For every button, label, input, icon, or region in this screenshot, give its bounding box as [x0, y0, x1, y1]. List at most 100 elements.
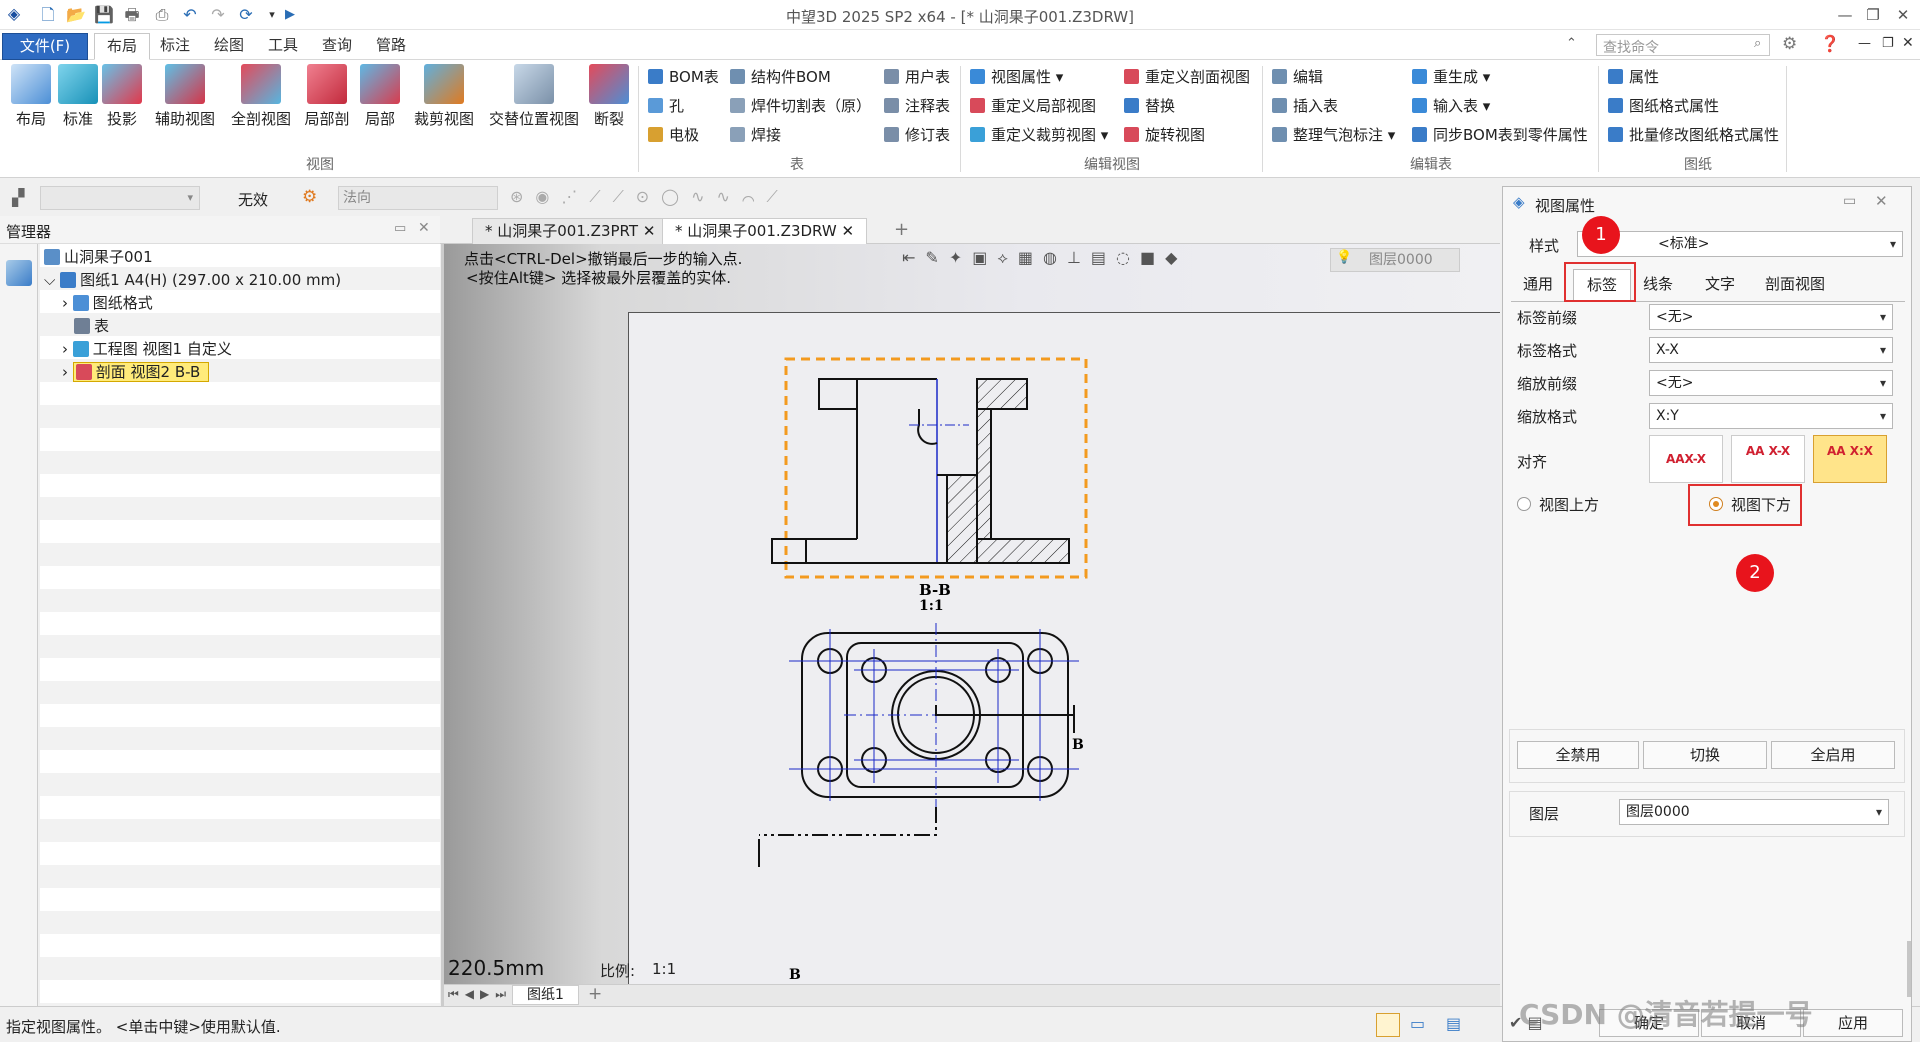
tab-annotate[interactable]: 标注 — [148, 33, 202, 60]
top-view[interactable] — [758, 623, 1079, 867]
filter-icon[interactable]: ▞ — [12, 188, 24, 207]
display-icon[interactable]: ▭ — [1410, 1014, 1425, 1033]
close-button[interactable]: ✕ — [1888, 3, 1918, 27]
cancel-button[interactable]: 取消 — [1701, 1009, 1801, 1037]
ok-button[interactable]: 确定 — [1599, 1009, 1699, 1037]
aux-view-button[interactable]: 辅助视图 — [150, 64, 220, 129]
help-icon[interactable]: ❓ — [1820, 34, 1840, 53]
doc-close-icon[interactable]: ✕ — [1902, 35, 1914, 51]
manager-panel-icon[interactable] — [6, 260, 32, 286]
pick-filter-icon[interactable]: ⚙ — [302, 187, 317, 207]
tree-item-view1[interactable]: › 工程图 视图1 自定义 — [62, 338, 232, 360]
layout-button[interactable]: 布局 — [6, 64, 56, 129]
new-tab-plus-icon[interactable]: + — [894, 219, 909, 240]
tab-text[interactable]: 文字 — [1699, 269, 1741, 301]
apply-button[interactable]: 应用 — [1803, 1009, 1903, 1037]
command-search-input[interactable]: 查找命令 — [1596, 34, 1770, 56]
label-format-dropdown[interactable]: X-X — [1649, 337, 1893, 363]
break-view-button[interactable]: 断裂 — [586, 64, 632, 129]
hole-table-button[interactable]: 孔 — [648, 94, 684, 118]
tab-drawing-file[interactable]: * 山洞果子001.Z3DRW ✕ — [662, 218, 868, 244]
panel-scrollbar[interactable] — [1907, 941, 1911, 997]
align-inline-button[interactable]: AAX-X — [1649, 435, 1723, 483]
tab-query[interactable]: 查询 — [310, 33, 364, 60]
minimize-button[interactable]: — — [1830, 3, 1860, 27]
tab-close-icon[interactable]: ✕ — [841, 222, 854, 240]
bom-table-button[interactable]: BOM表 — [648, 65, 719, 89]
toggle-button[interactable]: 切换 — [1643, 741, 1767, 769]
edit-table-button[interactable]: 编辑 — [1272, 65, 1323, 89]
user-table-button[interactable]: 用户表 — [884, 65, 950, 89]
tab-part-file[interactable]: * 山洞果子001.Z3PRT ✕ — [472, 218, 669, 244]
tree-item-sheet[interactable]: ⌵ 图纸1 A4(H) (297.00 x 210.00 mm) — [44, 269, 341, 291]
partial-section-button[interactable]: 局部剖 — [300, 64, 354, 129]
file-menu[interactable]: 文件(F) — [2, 33, 88, 60]
window-icon[interactable]: ▤ — [1446, 1014, 1461, 1033]
expanded-chevron-icon[interactable]: ⌵ — [44, 271, 60, 289]
label-prefix-dropdown[interactable]: <无> — [1649, 304, 1893, 330]
import-table-button[interactable]: 输入表 ▾ — [1412, 94, 1490, 118]
style-dropdown[interactable]: <标准> — [1577, 231, 1903, 257]
restore-button[interactable]: ❐ — [1858, 3, 1888, 27]
insert-table-button[interactable]: 插入表 — [1272, 94, 1338, 118]
regenerate-button[interactable]: 重生成 ▾ — [1412, 65, 1490, 89]
redefine-detail-button[interactable]: 重定义局部视图 — [970, 94, 1096, 118]
doc-minimize-icon[interactable]: — — [1858, 36, 1871, 51]
layer-select[interactable]: 图层0000 — [1619, 799, 1889, 825]
canvas-toolbar-icons[interactable]: ⇤✎✦▣⟡▦◍⊥▤◌■◆ — [902, 248, 1187, 268]
collapsed-chevron-icon[interactable]: › — [62, 340, 73, 358]
redefine-section-button[interactable]: 重定义剖面视图 — [1124, 65, 1250, 89]
tree-item-table[interactable]: 表 — [74, 315, 109, 337]
note-table-button[interactable]: 注释表 — [884, 94, 950, 118]
projection-view-button[interactable]: 投影 — [102, 64, 142, 129]
tab-tools[interactable]: 工具 — [256, 33, 310, 60]
alt-position-view-button[interactable]: 交替位置视图 — [486, 64, 582, 129]
scale-prefix-dropdown[interactable]: <无> — [1649, 370, 1893, 396]
tab-close-icon[interactable]: ✕ — [643, 222, 656, 240]
scale-format-dropdown[interactable]: X:Y — [1649, 403, 1893, 429]
radio-above[interactable] — [1517, 497, 1531, 511]
full-section-button[interactable]: 全剖视图 — [226, 64, 296, 129]
align-stacked-button[interactable]: AA X-X — [1731, 435, 1805, 483]
status-mode-icon[interactable] — [1376, 1013, 1400, 1037]
electrode-table-button[interactable]: 电极 — [648, 123, 699, 147]
weld-cut-table-button[interactable]: 焊件切割表（原） — [730, 94, 871, 118]
filter-dropdown[interactable]: ▾ — [40, 186, 200, 210]
panel-tool-icons[interactable]: ✔ ▤ — [1509, 1013, 1543, 1032]
tab-piping[interactable]: 管路 — [364, 33, 418, 60]
align-stacked-selected-button[interactable]: AA X:X — [1813, 435, 1887, 483]
tree-item-section-view[interactable]: › 剖面 视图2 B-B — [62, 361, 210, 383]
crop-view-button[interactable]: 裁剪视图 — [406, 64, 482, 129]
add-sheet-icon[interactable]: + — [588, 984, 602, 1004]
sheet-format-props-button[interactable]: 图纸格式属性 — [1608, 94, 1719, 118]
sync-bom-button[interactable]: 同步BOM表到零件属性 — [1412, 123, 1588, 147]
panel-comment-icon[interactable]: ▭ — [1843, 193, 1856, 209]
enable-all-button[interactable]: 全启用 — [1771, 741, 1895, 769]
tree-item-sheet-format[interactable]: › 图纸格式 — [62, 292, 153, 314]
tab-layout[interactable]: 布局 — [94, 33, 151, 60]
manager-close-icon[interactable]: ✕ — [418, 220, 430, 236]
tab-lines[interactable]: 线条 — [1637, 269, 1679, 301]
tab-draw[interactable]: 绘图 — [202, 33, 256, 60]
revision-table-button[interactable]: 修订表 — [884, 123, 950, 147]
detail-view-button[interactable]: 局部 — [358, 64, 402, 129]
sheet-properties-button[interactable]: 属性 — [1608, 65, 1659, 89]
replace-view-button[interactable]: 替换 — [1124, 94, 1175, 118]
disable-all-button[interactable]: 全禁用 — [1517, 741, 1639, 769]
pin-icon[interactable]: ▭ — [394, 221, 406, 236]
section-view-bb[interactable] — [771, 357, 1088, 579]
arrange-balloons-button[interactable]: 整理气泡标注 ▾ — [1272, 123, 1395, 147]
tab-general[interactable]: 通用 — [1517, 269, 1559, 301]
rotate-view-button[interactable]: 旋转视图 — [1124, 123, 1205, 147]
doc-restore-icon[interactable]: ❐ — [1882, 36, 1894, 51]
view-properties-button[interactable]: 视图属性 ▾ — [970, 65, 1063, 89]
search-icon[interactable]: ⌕ — [1754, 36, 1761, 51]
tree-item-part[interactable]: 山洞果子001 — [44, 246, 153, 268]
redefine-crop-button[interactable]: 重定义裁剪视图 ▾ — [970, 123, 1108, 147]
weld-table-button[interactable]: 焊接 — [730, 123, 781, 147]
settings-gear-icon[interactable]: ⚙ — [1782, 34, 1797, 54]
tab-section-view[interactable]: 剖面视图 — [1759, 269, 1831, 301]
collapsed-chevron-icon[interactable]: › — [62, 363, 73, 381]
batch-modify-format-button[interactable]: 批量修改图纸格式属性 — [1608, 123, 1779, 147]
snap-tools-icon[interactable]: ⊛◉⋰⟋⟋⊙◯∿∿⌒⟋ — [510, 187, 790, 207]
